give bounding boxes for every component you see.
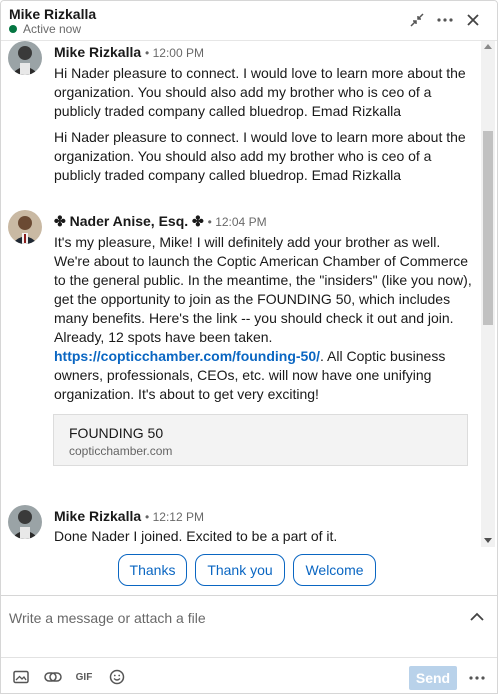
gif-label[interactable]: GIF: [76, 672, 93, 683]
message-time-sep: •: [145, 46, 153, 60]
message-text: It's my pleasure, Mike! I will definitel…: [54, 234, 472, 345]
link-preview-card[interactable]: FOUNDING 50 copticchamber.com: [53, 414, 468, 466]
presence-text: Active now: [23, 22, 82, 36]
card-domain: copticchamber.com: [69, 444, 173, 458]
image-icon[interactable]: [11, 668, 31, 686]
message-time: 12:00 PM: [152, 46, 204, 60]
message-sender[interactable]: ✤ Nader Anise, Esq. ✤ • 12:04 PM: [54, 213, 267, 230]
sender-name[interactable]: Mike Rizkalla: [54, 44, 141, 60]
quick-reply-thank-you[interactable]: Thank you: [195, 554, 285, 586]
message-body: Hi Nader pleasure to connect. I would lo…: [54, 129, 466, 183]
compose-box[interactable]: Write a message or attach a file: [1, 595, 497, 657]
send-button[interactable]: Send: [409, 666, 457, 690]
message-body: It's my pleasure, Mike! I will definitel…: [54, 233, 472, 404]
scroll-down-icon[interactable]: [484, 538, 492, 543]
more-icon[interactable]: [433, 9, 457, 31]
more-options-icon[interactable]: [465, 666, 489, 690]
message-input[interactable]: Write a message or attach a file: [9, 610, 206, 626]
sender-name[interactable]: Mike Rizkalla: [54, 508, 141, 524]
message-body: Done Nader I joined. Excited to be a par…: [54, 528, 338, 544]
online-dot-icon: [9, 25, 17, 33]
emoji-icon[interactable]: [107, 668, 127, 686]
quick-reply-welcome[interactable]: Welcome: [293, 554, 376, 586]
messaging-window: Mike Rizkalla Active now Mike Rizkalla •…: [0, 0, 498, 694]
avatar-mike[interactable]: [8, 41, 42, 75]
message-link[interactable]: https://copticchamber.com/founding-50/: [54, 348, 320, 364]
quick-replies: Thanks Thank you Welcome: [1, 554, 497, 586]
scrollbar-thumb[interactable]: [483, 131, 493, 325]
gif-icon[interactable]: GIF: [74, 668, 94, 686]
scroll-up-icon[interactable]: [484, 44, 492, 49]
avatar-mike[interactable]: [8, 505, 42, 539]
message-body: Hi Nader pleasure to connect. I would lo…: [54, 65, 466, 119]
message-time: 12:12 PM: [152, 510, 204, 524]
conversation-header[interactable]: Mike Rizkalla Active now: [1, 1, 497, 41]
message-time: 12:04 PM: [215, 215, 267, 229]
attach-icon[interactable]: [43, 668, 63, 686]
message-sender[interactable]: Mike Rizkalla • 12:00 PM: [54, 44, 204, 60]
presence-status: Active now: [9, 22, 81, 36]
card-title[interactable]: FOUNDING 50: [69, 425, 163, 441]
quick-reply-thanks[interactable]: Thanks: [118, 554, 187, 586]
compose-toolbar: GIF Send: [1, 657, 497, 693]
minimize-icon[interactable]: [405, 9, 429, 31]
chevron-up-icon[interactable]: [467, 606, 487, 626]
contact-name[interactable]: Mike Rizkalla: [9, 6, 96, 22]
sender-name[interactable]: ✤ Nader Anise, Esq. ✤: [54, 213, 204, 229]
message-list[interactable]: Mike Rizkalla • 12:00 PM Hi Nader pleasu…: [1, 41, 497, 547]
close-icon[interactable]: [461, 9, 485, 31]
message-time-sep: •: [145, 510, 153, 524]
avatar-nader[interactable]: [8, 210, 42, 244]
message-sender[interactable]: Mike Rizkalla • 12:12 PM: [54, 508, 204, 524]
message-scrollbar[interactable]: [481, 41, 495, 547]
